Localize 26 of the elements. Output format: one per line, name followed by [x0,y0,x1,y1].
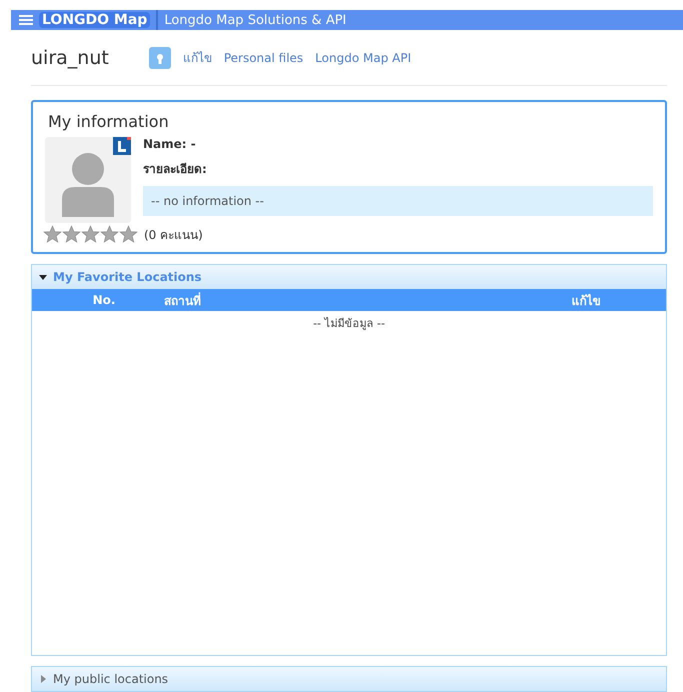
nav-link[interactable]: Personal files [224,50,304,64]
empty-message: -- ไม่มีข้อมูล -- [312,316,386,332]
detail-label: รายละเอียด: [143,161,208,178]
username: uira_nut [31,46,109,68]
card-title: My information [48,112,170,131]
star-icon [119,225,138,244]
detail-value: -- no information -- [143,186,653,216]
nav-link[interactable]: แก้ไข [182,48,212,67]
panel-header[interactable]: My Favorite Locations [32,265,666,289]
column-header: No. [92,293,116,307]
name-label: Name: - [143,137,197,151]
nav-link[interactable]: Longdo Map API [315,50,412,64]
star-icon [81,225,100,244]
caret-down-icon [39,273,47,281]
header-title: Longdo Map Solutions & API [164,12,346,28]
menu-icon[interactable] [19,14,33,26]
badge-icon [113,137,131,155]
panel-header[interactable]: My public locations [32,667,666,691]
star-icon [62,225,81,244]
score-text: (0 คะแนน) [144,227,203,244]
star-icon [43,225,62,244]
column-header: แก้ไข [570,292,602,310]
star-icon [100,225,119,244]
caret-right-icon [39,675,47,683]
logo[interactable]: LONGDO Map [39,12,150,28]
column-header: สถานที่ [164,291,202,310]
